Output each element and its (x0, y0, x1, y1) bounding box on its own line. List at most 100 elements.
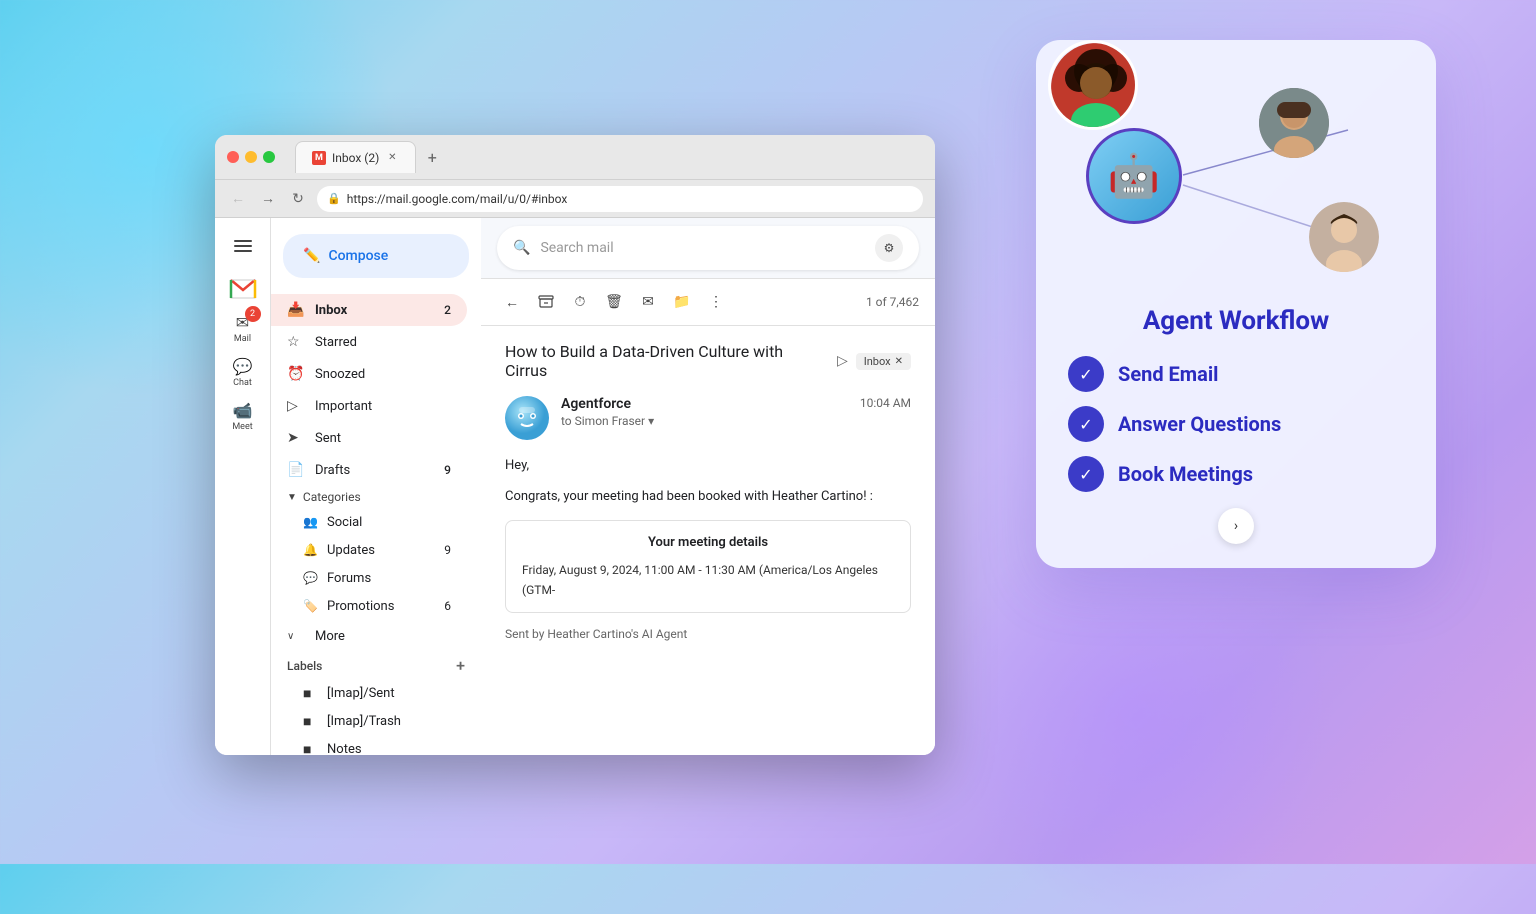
email-content: How to Build a Data-Driven Culture with … (481, 326, 935, 755)
card-next-button[interactable]: › (1218, 508, 1254, 544)
mail-icon-label: Mail (234, 334, 251, 344)
sidebar-snoozed-label: Snoozed (315, 367, 451, 382)
snooze-button[interactable]: 📁 (667, 287, 697, 317)
sidebar-social-label: Social (327, 515, 362, 530)
meet-icon-label: Meet (232, 422, 252, 432)
inbox-badge-text: Inbox (864, 355, 891, 368)
browser-window: M Inbox (2) ✕ + ← → ↻ 🔒 https://mail.goo… (215, 135, 935, 755)
label-notes[interactable]: ■ Notes (271, 735, 467, 755)
compose-label: Compose (328, 248, 388, 264)
spam-button[interactable]: ⏱ (565, 287, 595, 317)
sidebar-item-forums[interactable]: 💬 Forums (271, 564, 467, 592)
email-time: 10:04 AM (860, 396, 911, 410)
importance-icon: ▷ (837, 353, 848, 369)
sidebar-promotions-label: Promotions (327, 599, 436, 614)
social-icon: 👥 (303, 515, 319, 529)
url-text: https://mail.google.com/mail/u/0/#inbox (347, 192, 568, 206)
label-imap-trash[interactable]: ■ [Imap]/Trash (271, 707, 467, 735)
forward-button[interactable]: → (257, 188, 279, 210)
sidebar-item-drafts[interactable]: 📄 Drafts 9 (271, 454, 467, 486)
search-input[interactable]: Search mail (540, 240, 865, 256)
tab-bar: M Inbox (2) ✕ + (295, 141, 923, 173)
archive-button[interactable] (531, 287, 561, 317)
search-filter-button[interactable]: ⚙ (875, 234, 903, 262)
label-notes-text: Notes (327, 742, 362, 756)
sidebar-item-important[interactable]: ▷ Important (271, 390, 467, 422)
sidebar-item-more-categories[interactable]: ∨ More (271, 620, 467, 652)
address-bar[interactable]: 🔒 https://mail.google.com/mail/u/0/#inbo… (317, 186, 923, 212)
check-icon-book-meetings: ✓ (1068, 456, 1104, 492)
new-tab-button[interactable]: + (420, 145, 444, 169)
gmail-layout: ✉ 2 Mail 💬 Chat 📹 Meet ✏️ Compose 📥 Inbo… (215, 218, 935, 755)
sender-info: Agentforce to Simon Fraser ▾ (561, 396, 848, 428)
check-icon-answer-questions: ✓ (1068, 406, 1104, 442)
sidebar-icon-mail[interactable]: ✉ 2 Mail (223, 308, 263, 348)
sidebar-item-updates[interactable]: 🔔 Updates 9 (271, 536, 467, 564)
label-imap-sent[interactable]: ■ [Imap]/Sent (271, 679, 467, 707)
compose-button[interactable]: ✏️ Compose (283, 234, 469, 278)
sidebar-item-snoozed[interactable]: ⏰ Snoozed (271, 358, 467, 390)
sidebar-more-categories-label: More (315, 629, 345, 644)
card-navigation: › (1068, 508, 1404, 544)
meeting-details-box: Your meeting details Friday, August 9, 2… (505, 520, 911, 613)
back-button[interactable]: ← (227, 188, 249, 210)
check-icon-send-email: ✓ (1068, 356, 1104, 392)
hamburger-menu[interactable] (223, 226, 263, 266)
lock-icon: 🔒 (327, 192, 341, 205)
labels-title: Labels (287, 659, 322, 673)
categories-label: Categories (303, 490, 361, 504)
categories-expand-icon: ▼ (287, 492, 297, 503)
maximize-dot[interactable] (263, 151, 275, 163)
mark-button[interactable]: ✉ (633, 287, 663, 317)
label-icon-2: ■ (303, 713, 319, 730)
close-dot[interactable] (227, 151, 239, 163)
sender-dropdown-icon[interactable]: ▾ (648, 414, 654, 428)
sidebar-item-promotions[interactable]: 🏷️ Promotions 6 (271, 592, 467, 620)
sidebar-item-starred[interactable]: ☆ Starred (271, 326, 467, 358)
address-bar-row: ← → ↻ 🔒 https://mail.google.com/mail/u/0… (215, 180, 935, 218)
drafts-count: 9 (444, 463, 451, 477)
delete-button[interactable]: 🗑 (599, 287, 629, 317)
inbox-count: 2 (444, 303, 451, 317)
sidebar-starred-label: Starred (315, 335, 451, 350)
updates-icon: 🔔 (303, 543, 319, 557)
back-to-list-button[interactable]: ← (497, 287, 527, 317)
chat-icon: 💬 (233, 357, 253, 376)
minimize-dot[interactable] (245, 151, 257, 163)
label-imap-trash-text: [Imap]/Trash (327, 714, 401, 729)
sidebar-item-sent[interactable]: ➤ Sent (271, 422, 467, 454)
browser-dots (227, 151, 275, 163)
inbox-icon: 📥 (287, 302, 305, 318)
sidebar-inbox-label: Inbox (315, 303, 434, 318)
sidebar-item-social[interactable]: 👥 Social (271, 508, 467, 536)
workflow-label-answer-questions: Answer Questions (1118, 412, 1281, 436)
categories-header[interactable]: ▼ Categories (271, 486, 481, 508)
updates-count: 9 (444, 543, 451, 557)
sender-to: to Simon Fraser ▾ (561, 414, 848, 428)
more-button[interactable]: ⋮ (701, 287, 731, 317)
workflow-label-book-meetings: Book Meetings (1118, 462, 1253, 486)
refresh-button[interactable]: ↻ (287, 188, 309, 210)
tab-close-button[interactable]: ✕ (385, 151, 399, 165)
sidebar-important-label: Important (315, 399, 451, 414)
sender-avatar (505, 396, 549, 440)
sidebar-icon-chat[interactable]: 💬 Chat (223, 352, 263, 392)
important-icon: ▷ (287, 398, 305, 414)
forums-icon: 💬 (303, 571, 319, 585)
avatar-person-1 (1259, 88, 1329, 158)
workflow-item-answer-questions: ✓ Answer Questions (1068, 406, 1404, 442)
more-categories-icon: ∨ (287, 631, 305, 642)
snoozed-icon: ⏰ (287, 366, 305, 382)
add-label-button[interactable]: + (456, 656, 465, 675)
sidebar-icon-meet[interactable]: 📹 Meet (223, 396, 263, 436)
sidebar-item-inbox[interactable]: 📥 Inbox 2 (271, 294, 467, 326)
meeting-time: Friday, August 9, 2024, 11:00 AM - 11:30… (522, 561, 894, 599)
search-box[interactable]: 🔍 Search mail ⚙ (497, 226, 919, 270)
gmail-tab[interactable]: M Inbox (2) ✕ (295, 141, 416, 173)
promotions-count: 6 (444, 599, 451, 613)
email-body-line1: Congrats, your meeting had been booked w… (505, 487, 911, 508)
inbox-badge-close[interactable]: ✕ (895, 356, 903, 367)
agent-workflow-card: 🤖 (1036, 40, 1436, 568)
gmail-content: 🔍 Search mail ⚙ ← ⏱ 🗑 ✉ 📁 (481, 218, 935, 755)
email-subject: How to Build a Data-Driven Culture with … (505, 342, 829, 380)
